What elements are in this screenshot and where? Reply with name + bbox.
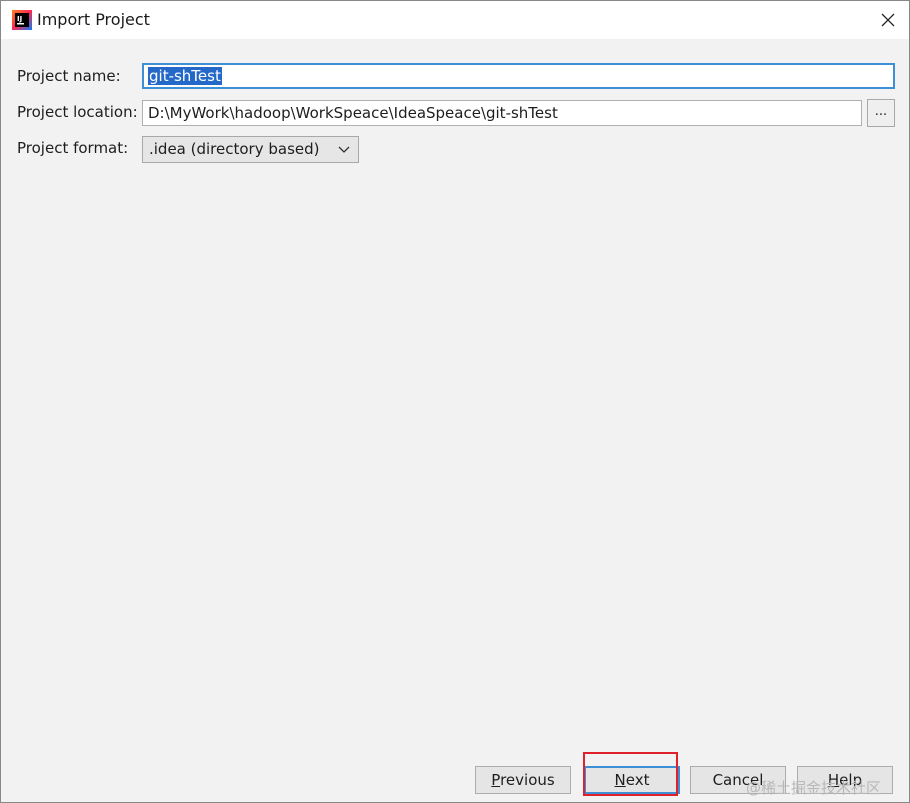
next-button[interactable]: Next <box>584 766 680 794</box>
project-format-value: .idea (directory based) <box>149 140 320 158</box>
next-label: ext <box>625 771 650 789</box>
help-button[interactable]: Help <box>797 766 893 794</box>
close-icon <box>881 13 895 27</box>
help-label: elp <box>839 771 863 789</box>
next-mnemonic: N <box>614 771 626 789</box>
project-format-label: Project format: <box>17 139 129 157</box>
help-mnemonic: H <box>827 771 840 789</box>
previous-mnemonic: P <box>491 771 501 789</box>
chevron-down-icon <box>338 146 350 153</box>
cancel-button[interactable]: Cancel <box>690 766 786 794</box>
title-bar: IJ Import Project <box>1 1 909 39</box>
svg-text:IJ: IJ <box>17 15 22 23</box>
project-name-label: Project name: <box>17 67 121 85</box>
project-name-value: git-shTest <box>148 67 222 85</box>
project-location-input[interactable]: D:\MyWork\hadoop\WorkSpeace\IdeaSpeace\g… <box>142 100 862 126</box>
previous-button[interactable]: Previous <box>475 766 571 794</box>
previous-label: revious <box>500 771 555 789</box>
project-location-value: D:\MyWork\hadoop\WorkSpeace\IdeaSpeace\g… <box>148 104 558 122</box>
browse-button[interactable]: ... <box>867 99 895 127</box>
project-format-select[interactable]: .idea (directory based) <box>142 136 359 163</box>
project-location-label: Project location: <box>17 103 138 121</box>
project-name-input[interactable]: git-shTest <box>142 63 895 89</box>
dialog-title: Import Project <box>37 10 150 29</box>
close-button[interactable] <box>873 5 903 35</box>
import-project-dialog: IJ Import Project Project name: git-shTe… <box>0 0 910 803</box>
intellij-idea-icon: IJ <box>12 10 32 30</box>
